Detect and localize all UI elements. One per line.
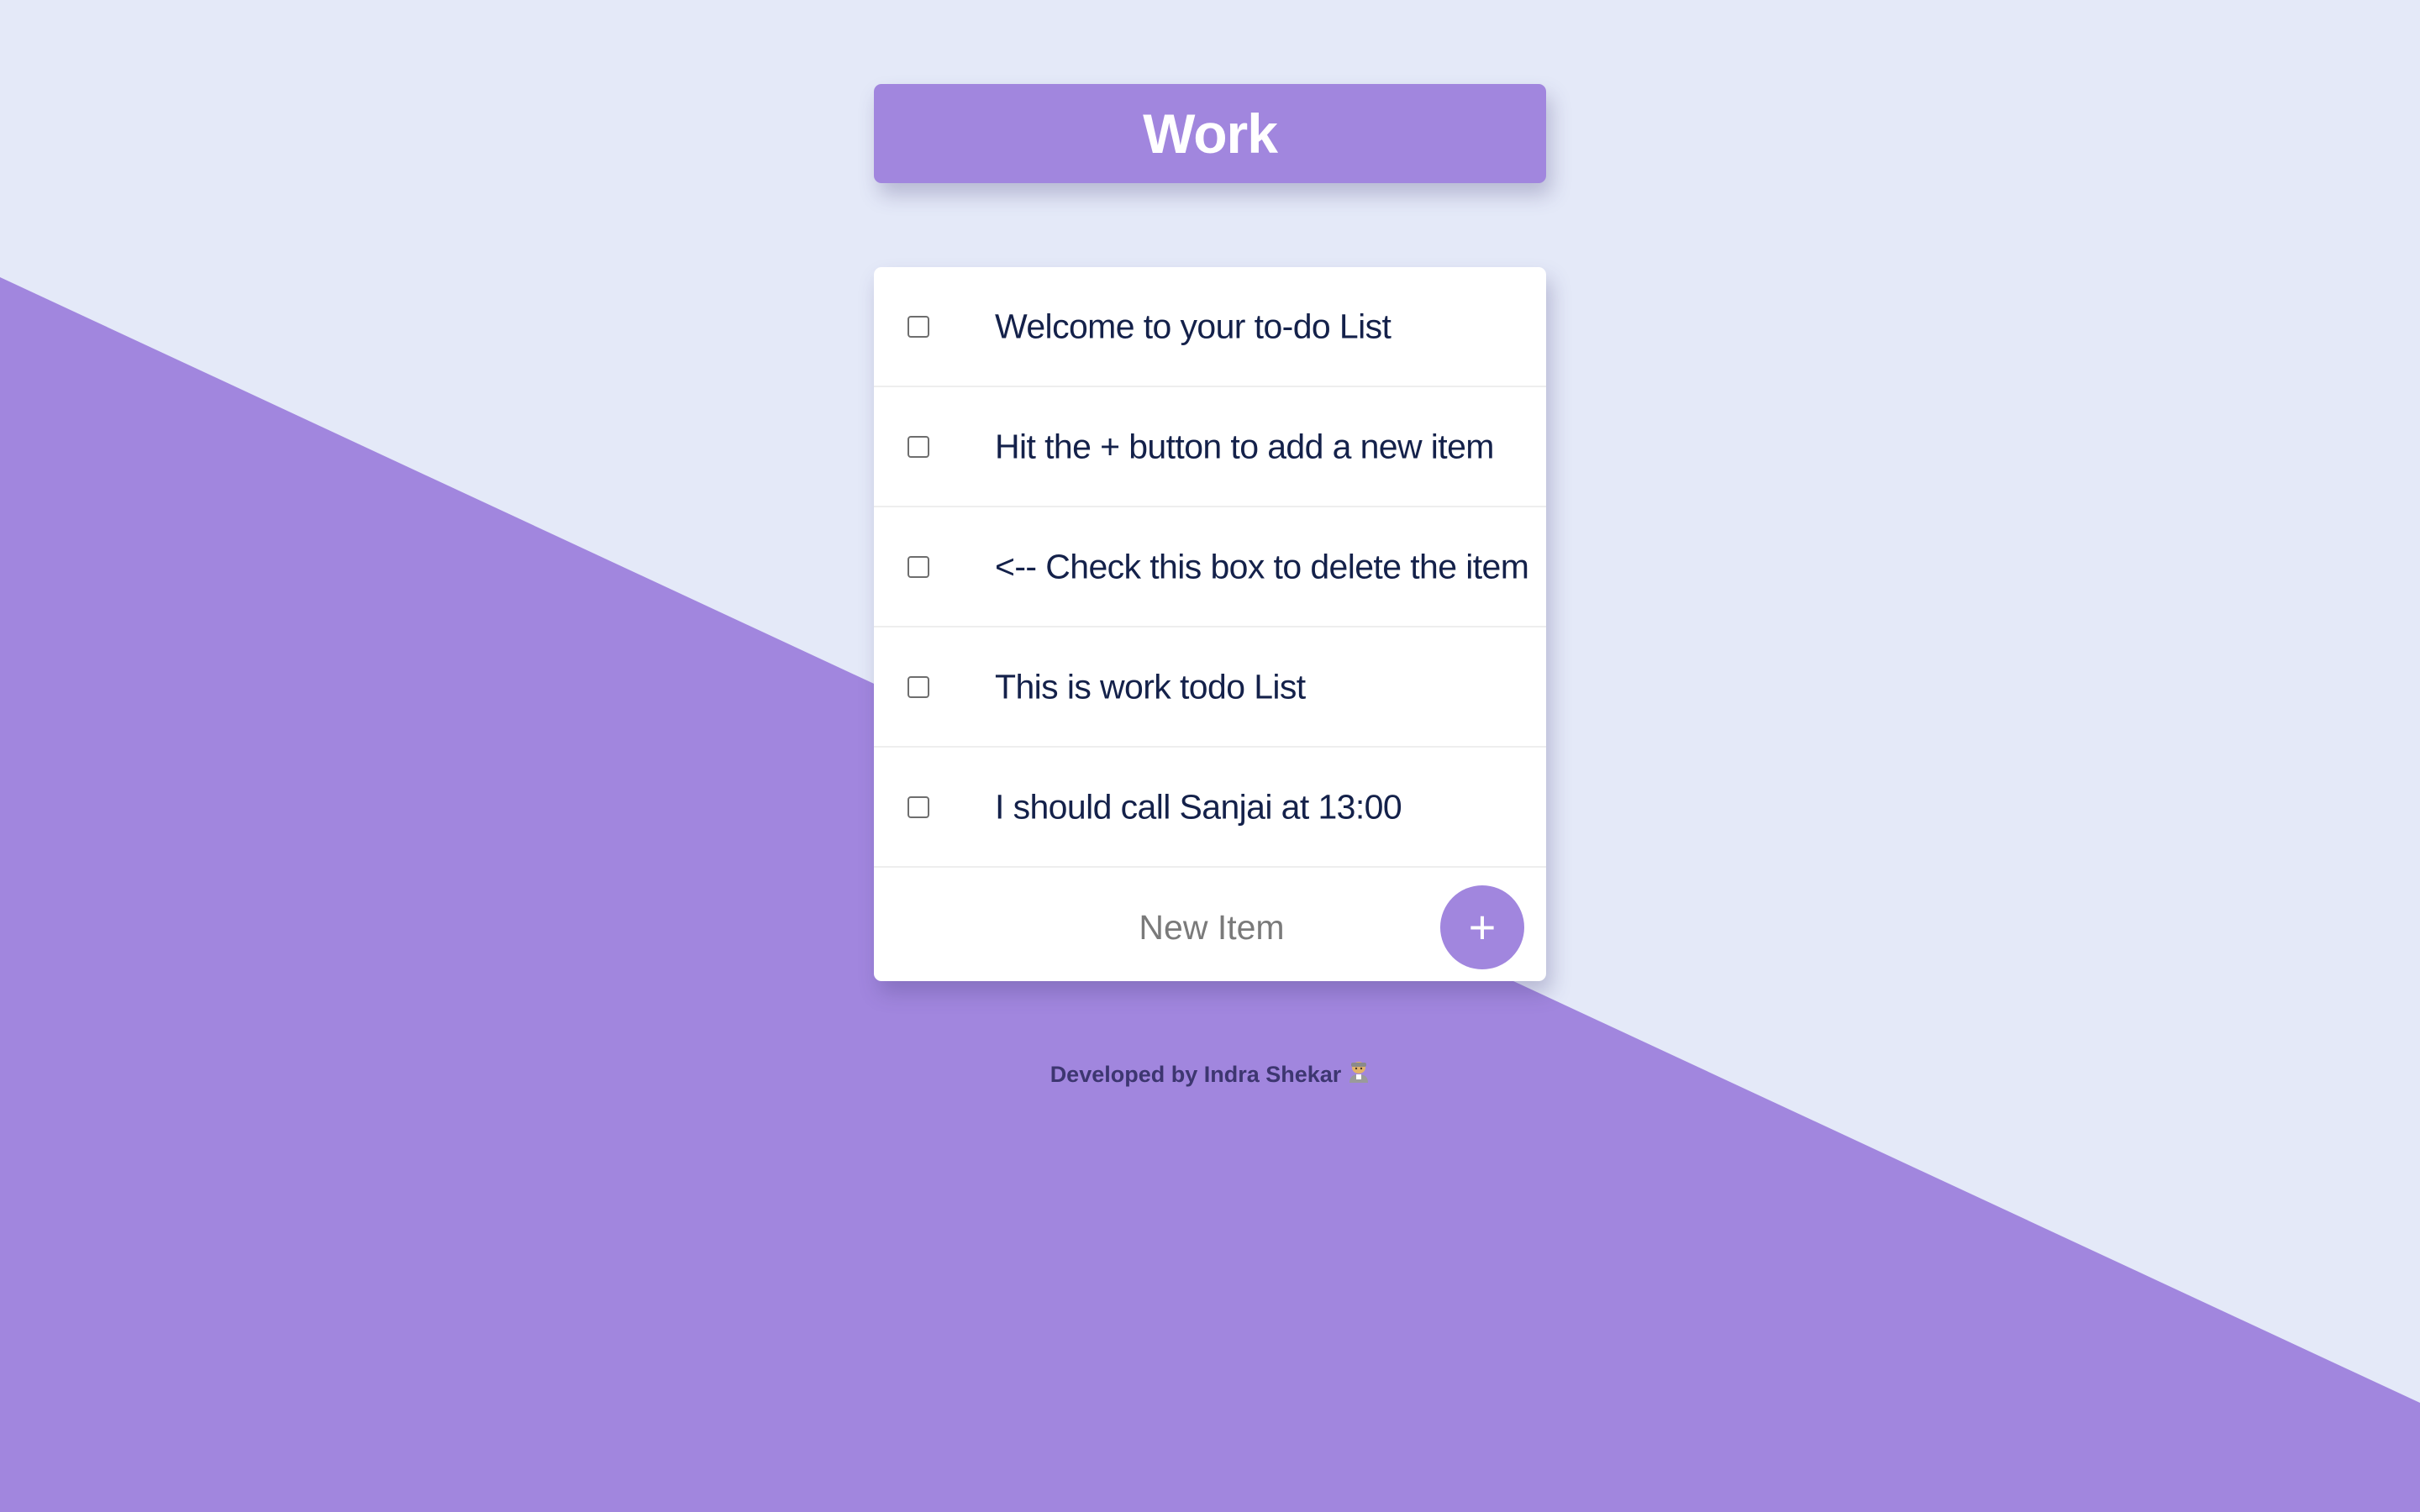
- footer-credit: Developed by Indra Shekar: [0, 1060, 2420, 1089]
- todo-list: Welcome to your to-do List Hit the + but…: [874, 267, 1546, 981]
- new-item-input[interactable]: [1000, 893, 1423, 962]
- list-item: I should call Sanjai at 13:00: [874, 748, 1546, 868]
- new-item-form: +: [874, 868, 1546, 981]
- list-item: Welcome to your to-do List: [874, 267, 1546, 387]
- list-item: This is work todo List: [874, 627, 1546, 748]
- item-label: I should call Sanjai at 13:00: [995, 787, 1402, 826]
- delete-checkbox[interactable]: [908, 675, 929, 698]
- list-item: Hit the + button to add a new item: [874, 387, 1546, 507]
- delete-checkbox[interactable]: [908, 795, 929, 818]
- delete-checkbox[interactable]: [908, 555, 929, 578]
- developer-emoji-icon: [1348, 1060, 1370, 1089]
- list-title: Work: [1143, 102, 1278, 165]
- footer-text: Developed by Indra Shekar: [1050, 1062, 1342, 1087]
- list-title-banner: Work: [874, 84, 1546, 183]
- item-label: This is work todo List: [995, 667, 1306, 706]
- item-label: Welcome to your to-do List: [995, 307, 1392, 345]
- delete-checkbox[interactable]: [908, 435, 929, 458]
- list-item: <-- Check this box to delete the item: [874, 507, 1546, 627]
- item-label: Hit the + button to add a new item: [995, 427, 1494, 465]
- delete-checkbox[interactable]: [908, 315, 929, 338]
- item-label: <-- Check this box to delete the item: [995, 547, 1529, 585]
- add-item-button[interactable]: +: [1440, 885, 1524, 969]
